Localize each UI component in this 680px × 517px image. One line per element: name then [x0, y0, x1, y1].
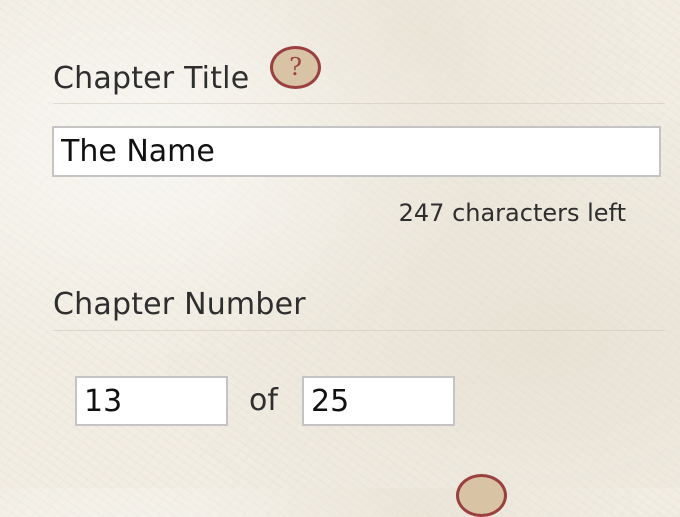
help-icon[interactable]: ?: [270, 46, 321, 89]
divider: [53, 103, 665, 104]
characters-left-counter: 247 characters left: [398, 199, 626, 227]
of-label: of: [249, 383, 278, 418]
divider: [53, 330, 665, 331]
chapter-title-label: Chapter Title: [53, 61, 250, 96]
chapter-number-label: Chapter Number: [53, 287, 306, 322]
chapter-title-input[interactable]: [52, 126, 661, 177]
help-icon[interactable]: [456, 474, 507, 517]
chapter-total-input[interactable]: [302, 376, 455, 426]
chapter-number-input[interactable]: [75, 376, 228, 426]
